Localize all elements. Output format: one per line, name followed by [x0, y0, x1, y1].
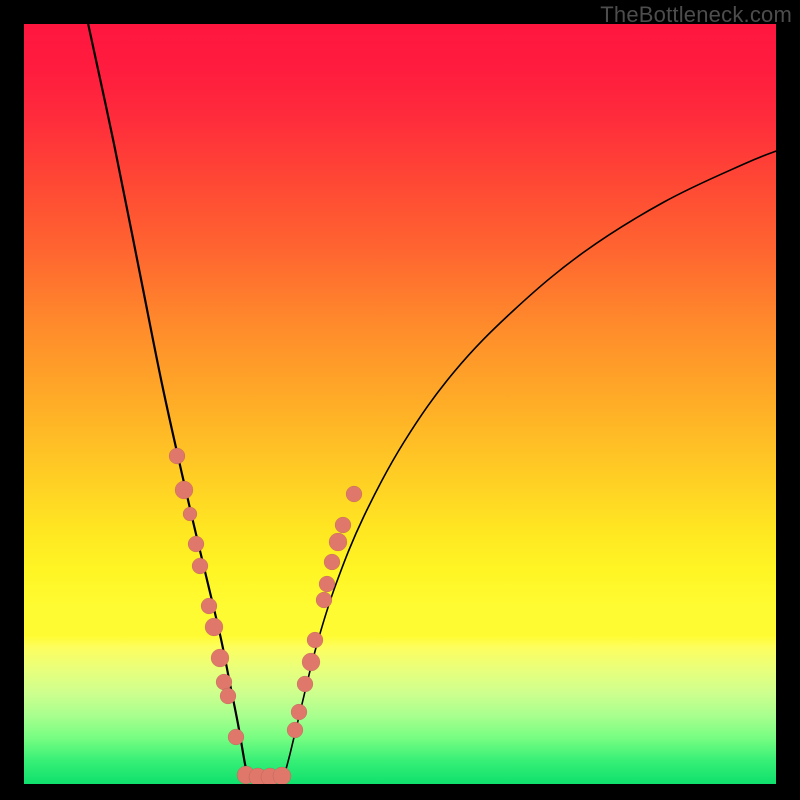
- data-marker-left: [183, 507, 197, 521]
- plot-area: [24, 24, 776, 784]
- data-marker-left: [188, 536, 204, 552]
- data-marker-left: [220, 688, 236, 704]
- data-marker-left: [175, 481, 193, 499]
- data-marker-right: [287, 722, 303, 738]
- data-marker-bottom: [273, 767, 291, 784]
- curve-right-curve: [284, 150, 776, 776]
- data-marker-right: [316, 592, 332, 608]
- data-marker-right: [297, 676, 313, 692]
- data-marker-left: [192, 558, 208, 574]
- data-marker-right: [324, 554, 340, 570]
- chart-svg: [24, 24, 776, 784]
- data-marker-left: [211, 649, 229, 667]
- data-marker-left: [228, 729, 244, 745]
- data-marker-left: [169, 448, 185, 464]
- data-marker-right: [329, 533, 347, 551]
- data-marker-right: [307, 632, 323, 648]
- data-marker-right: [291, 704, 307, 720]
- data-marker-left: [201, 598, 217, 614]
- data-marker-left: [205, 618, 223, 636]
- data-marker-right: [302, 653, 320, 671]
- data-marker-right: [335, 517, 351, 533]
- data-marker-right: [319, 576, 335, 592]
- chart-frame: TheBottleneck.com: [0, 0, 800, 800]
- data-marker-left: [216, 674, 232, 690]
- data-marker-right: [346, 486, 362, 502]
